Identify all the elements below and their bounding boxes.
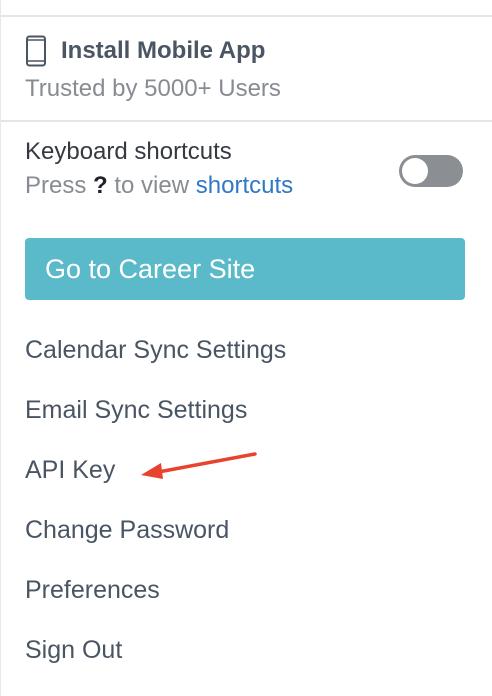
toggle-knob <box>402 158 428 184</box>
keyboard-shortcuts-toggle[interactable] <box>399 155 463 187</box>
install-mobile-app[interactable]: Install Mobile App Trusted by 5000+ User… <box>25 35 281 103</box>
to-view-text: to view <box>114 172 190 199</box>
api-key-link[interactable]: API Key <box>25 456 115 485</box>
shortcuts-link[interactable]: shortcuts <box>196 172 293 199</box>
shortcut-key: ? <box>93 172 108 199</box>
sign-out-link[interactable]: Sign Out <box>25 636 122 665</box>
top-divider <box>1 15 492 17</box>
change-password-link[interactable]: Change Password <box>25 516 229 545</box>
press-text: Press <box>25 172 87 199</box>
install-title: Install Mobile App <box>61 37 266 64</box>
account-menu-panel: Install Mobile App Trusted by 5000+ User… <box>0 0 492 696</box>
keyboard-shortcuts-title: Keyboard shortcuts <box>25 138 232 165</box>
email-sync-settings-link[interactable]: Email Sync Settings <box>25 396 247 425</box>
mobile-phone-icon <box>26 35 46 67</box>
keyboard-shortcuts-hint: Press ? to view shortcuts <box>25 172 293 200</box>
calendar-sync-settings-link[interactable]: Calendar Sync Settings <box>25 336 286 365</box>
middle-divider <box>1 120 492 122</box>
career-site-button[interactable]: Go to Career Site <box>25 238 465 300</box>
install-subtitle: Trusted by 5000+ Users <box>25 75 281 102</box>
preferences-link[interactable]: Preferences <box>25 576 160 605</box>
annotation-arrow-icon <box>141 452 257 479</box>
keyboard-shortcuts-section: Keyboard shortcuts Press ? to view short… <box>25 138 293 200</box>
